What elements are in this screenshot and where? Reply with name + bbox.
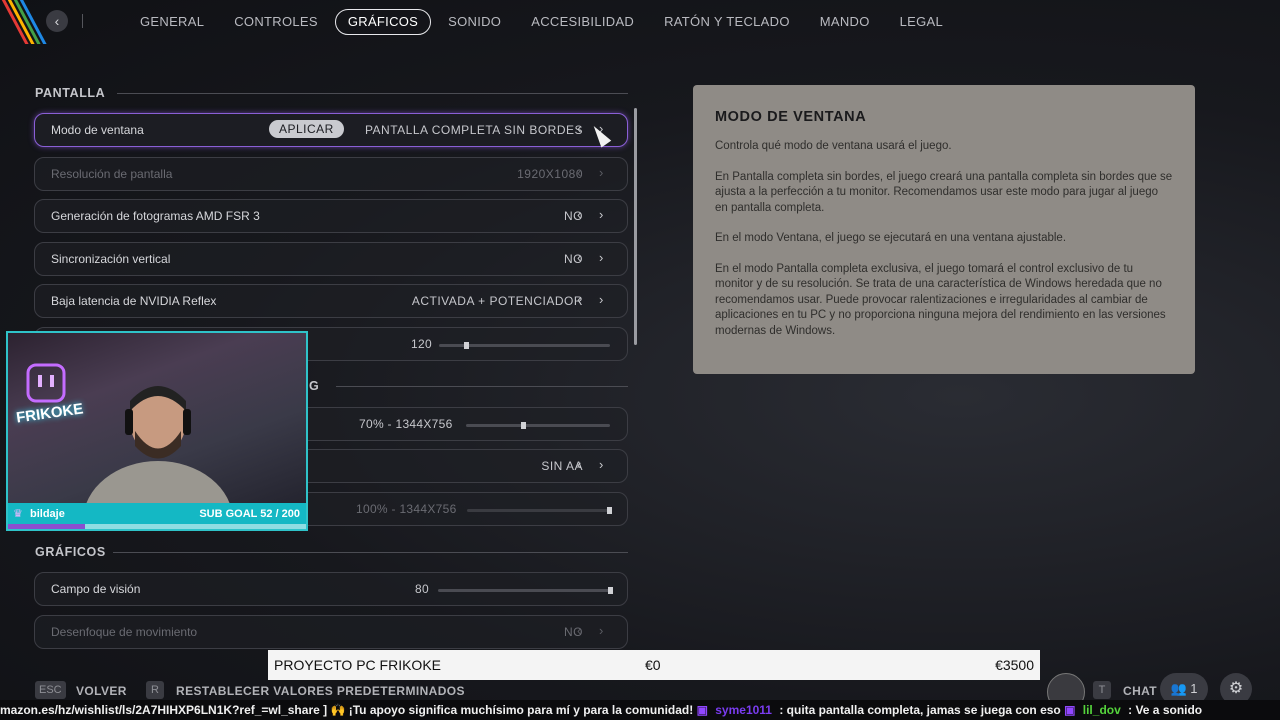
back-button[interactable]: ‹ [46,10,68,32]
info-paragraph: En el modo Pantalla completa exclusiva, … [715,262,1166,337]
slider-thumb[interactable] [607,507,612,514]
section-title-pantalla: PANTALLA [35,86,106,100]
slider-value: 80 [415,582,429,596]
donation-goal-bar: PROYECTO PC FRIKOKE €0 €3500 [268,650,1040,680]
chevron-right-icon[interactable]: › [599,292,603,307]
info-title: MODO DE VENTANA [715,109,867,125]
tab-raton-teclado[interactable]: RATÓN Y TECLADO [651,9,803,35]
slider-thumb[interactable] [608,587,613,594]
tab-mando[interactable]: MANDO [807,9,883,35]
render-scale-slider[interactable] [466,422,610,429]
settings-scrollbar[interactable] [634,108,637,345]
sub-goal-bar: ♛ bildaje SUB GOAL 52 / 200 [8,503,306,529]
chat-action[interactable]: CHAT [1123,684,1157,698]
section-divider [113,552,628,553]
setting-label: Campo de visión [51,582,141,596]
setting-label: Modo de ventana [51,123,144,137]
chevron-right-icon[interactable]: › [599,165,603,180]
slider-value: 100% - 1344X756 [356,502,457,516]
section-title-graficos: GRÁFICOS [35,545,106,559]
r-key-hint: R [146,681,164,699]
slider-value: 120 [411,337,432,351]
chevron-left-icon[interactable]: ‹ [577,457,581,472]
latest-subscriber: bildaje [30,508,65,520]
apply-button[interactable]: APLICAR [269,120,344,138]
chat-message: : quita pantalla completa, jamas se jueg… [779,703,1061,717]
settings-tabs: GENERAL CONTROLES GRÁFICOS SONIDO ACCESI… [127,9,960,35]
slider-value: 70% - 1344X756 [359,417,453,431]
section-divider [117,93,628,94]
chat-username: syme1011 [715,703,772,717]
setting-label: Sincronización vertical [51,252,171,266]
project-target: €3500 [995,657,1034,673]
webcam-overlay: FRIKOKE ♛ bildaje SUB GOAL 52 / 200 [6,331,308,531]
section-title-scaling: G [309,379,320,393]
fps-slider[interactable] [439,342,610,349]
setting-fsr3[interactable]: Generación de fotogramas AMD FSR 3 NO ‹ … [34,199,628,233]
sub-goal-text: SUB GOAL 52 / 200 [199,508,300,520]
friends-icon: 👥 [1170,681,1187,696]
twitch-badge-icon: ▣ [1064,703,1079,717]
setting-value: 1920X1080 [517,167,583,181]
ticker-text: mazon.es/hz/wishlist/ls/2A7HIHXP6LN1K?re… [0,703,694,717]
chevron-left-icon[interactable]: ‹ [577,623,581,638]
info-panel: MODO DE VENTANA Controla qué modo de ven… [693,85,1195,374]
info-paragraph: En Pantalla completa sin bordes, el jueg… [715,170,1173,214]
chat-message: : Ve a sonido [1128,703,1203,717]
divider [82,14,83,28]
setting-label: Generación de fotogramas AMD FSR 3 [51,209,260,223]
slider-thumb[interactable] [463,342,469,349]
tab-accesibilidad[interactable]: ACCESIBILIDAD [518,9,647,35]
chevron-left-icon[interactable]: ‹ [577,121,581,136]
progress-fill [8,524,86,529]
sub-goal-progress [8,524,306,529]
chevron-right-icon[interactable]: › [599,250,603,265]
tab-sonido[interactable]: SONIDO [435,9,514,35]
setting-window-mode[interactable]: Modo de ventana APLICAR PANTALLA COMPLET… [34,113,628,147]
chevron-right-icon[interactable]: › [599,457,603,472]
reset-defaults-action[interactable]: RESTABLECER VALORES PREDETERMINADOS [176,684,465,698]
twitch-badge-icon: ▣ [696,703,712,717]
setting-motion-blur[interactable]: Desenfoque de movimiento NO ‹ › [34,615,628,649]
chat-username: lil_dov [1082,703,1121,717]
project-name: PROYECTO PC FRIKOKE [274,657,441,673]
chevron-left-icon[interactable]: ‹ [577,292,581,307]
project-current: €0 [645,657,661,673]
crown-icon: ♛ [13,508,23,520]
tab-controles[interactable]: CONTROLES [221,9,331,35]
info-paragraph: Controla qué modo de ventana usará el ju… [715,140,952,152]
chevron-right-icon[interactable]: › [599,623,603,638]
setting-value: PANTALLA COMPLETA SIN BORDES [364,123,583,137]
chevron-left-icon[interactable]: ‹ [577,207,581,222]
back-action[interactable]: VOLVER [76,684,127,698]
setting-resolution[interactable]: Resolución de pantalla 1920X1080 ‹ › [34,157,628,191]
friends-count: 1 [1190,681,1198,696]
setting-vsync[interactable]: Sincronización vertical NO ‹ › [34,242,628,276]
section-divider [336,386,628,387]
rainbow-decoration [0,0,48,44]
tab-general[interactable]: GENERAL [127,9,217,35]
setting-nvidia-reflex[interactable]: Baja latencia de NVIDIA Reflex ACTIVADA … [34,284,628,318]
fov-slider[interactable] [438,587,613,594]
tab-graficos[interactable]: GRÁFICOS [334,9,432,35]
tab-legal[interactable]: LEGAL [887,9,956,35]
chevron-left-icon: ‹ [54,13,60,29]
setting-fov[interactable]: Campo de visión 80 [34,572,628,606]
chevron-left-icon[interactable]: ‹ [577,250,581,265]
setting-label: Desenfoque de movimiento [51,625,198,639]
chevron-left-icon[interactable]: ‹ [577,165,581,180]
chevron-right-icon[interactable]: › [599,207,603,222]
setting-label: Resolución de pantalla [51,167,173,181]
chat-ticker: mazon.es/hz/wishlist/ls/2A7HIHXP6LN1K?re… [0,700,1280,720]
setting-label: Baja latencia de NVIDIA Reflex [51,294,217,308]
slider-thumb[interactable] [521,422,527,429]
setting-value: ACTIVADA + POTENCIADOR [411,294,583,308]
esc-key-hint: ESC [35,681,66,699]
t-key-hint: T [1093,681,1111,699]
sharpness-slider[interactable] [467,507,612,514]
info-paragraph: En el modo Ventana, el juego se ejecutar… [715,232,1067,244]
